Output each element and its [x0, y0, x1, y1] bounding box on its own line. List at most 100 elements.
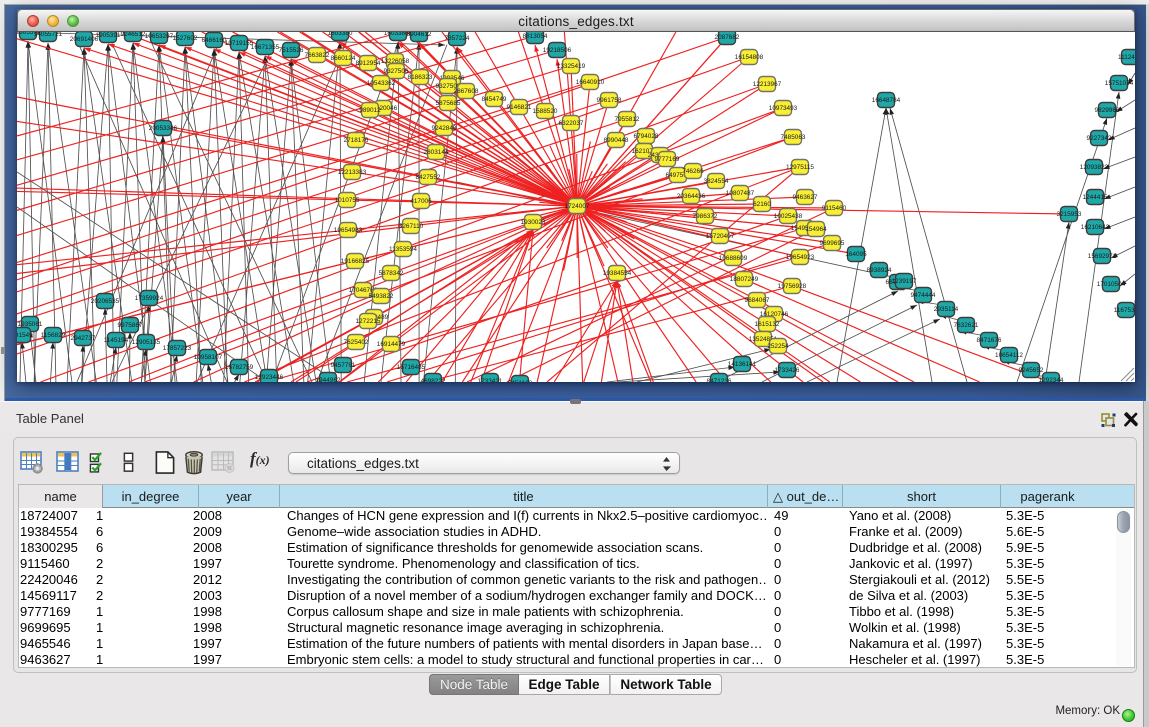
svg-text:391549: 391549 [17, 332, 33, 339]
svg-text:1244415: 1244415 [1083, 194, 1108, 201]
svg-text:1944962: 1944962 [316, 377, 341, 382]
svg-text:20053346: 20053346 [149, 125, 178, 132]
svg-text:1239197: 1239197 [892, 278, 917, 285]
svg-text:9245652: 9245652 [1019, 367, 1044, 374]
svg-text:12923446: 12923446 [255, 374, 284, 381]
svg-text:8813054: 8813054 [523, 33, 548, 40]
svg-text:10958107: 10958107 [194, 354, 223, 361]
svg-text:1272215: 1272215 [356, 318, 381, 325]
svg-text:3215953: 3215953 [1057, 211, 1082, 218]
svg-text:16640910: 16640910 [576, 79, 605, 86]
svg-text:17857223: 17857223 [163, 345, 192, 352]
svg-text:9115460: 9115460 [822, 205, 847, 212]
svg-text:19218506: 19218506 [543, 47, 572, 54]
svg-text:8471676: 8471676 [977, 337, 1002, 344]
svg-text:2087682: 2087682 [715, 34, 740, 41]
svg-text:15720407: 15720407 [706, 233, 735, 240]
svg-text:1112453: 1112453 [1118, 54, 1135, 61]
svg-text:2803144: 2803144 [424, 149, 449, 156]
svg-text:3824554: 3824554 [704, 178, 729, 185]
svg-text:9474444: 9474444 [911, 292, 936, 299]
svg-text:1905391: 1905391 [96, 32, 121, 39]
svg-text:9961758: 9961758 [597, 97, 622, 104]
svg-text:16648784: 16648784 [872, 97, 901, 104]
svg-text:20691406: 20691406 [70, 36, 99, 43]
svg-text:6794028: 6794028 [634, 133, 659, 140]
svg-text:3267110: 3267110 [399, 223, 424, 230]
svg-text:8660124: 8660124 [331, 55, 356, 62]
svg-text:1527602: 1527602 [173, 35, 198, 42]
svg-text:20364436: 20364436 [677, 193, 706, 200]
svg-text:2718176: 2718176 [344, 137, 369, 144]
svg-text:7663822: 7663822 [305, 52, 330, 59]
svg-text:17359924: 17359924 [135, 295, 164, 302]
svg-text:9699695: 9699695 [820, 240, 845, 247]
svg-text:1603380: 1603380 [328, 32, 353, 37]
svg-text:20206535: 20206535 [91, 298, 120, 305]
svg-text:1733426: 1733426 [775, 367, 800, 374]
svg-text:7955812: 7955812 [615, 116, 640, 123]
svg-text:154964: 154964 [805, 226, 827, 233]
svg-text:1588520: 1588520 [533, 108, 558, 115]
svg-text:6322037: 6322037 [559, 120, 584, 127]
svg-text:2942737: 2942737 [71, 335, 96, 342]
svg-text:1156829: 1156829 [41, 332, 66, 339]
svg-text:8471236: 8471236 [707, 378, 732, 382]
svg-text:12905135: 12905135 [132, 339, 161, 346]
svg-text:2867608: 2867608 [454, 88, 479, 95]
svg-text:9975867: 9975867 [118, 322, 143, 329]
svg-text:989012: 989012 [359, 107, 381, 114]
svg-text:17010504: 17010504 [1097, 281, 1126, 288]
svg-text:7485063: 7485063 [781, 134, 806, 141]
svg-text:18807249: 18807249 [730, 276, 759, 283]
svg-text:5493822: 5493822 [369, 293, 394, 300]
svg-text:7515526: 7515526 [279, 47, 304, 54]
svg-text:7357224: 7357224 [445, 35, 470, 42]
svg-text:1292344: 1292344 [1039, 377, 1064, 382]
svg-text:10543362: 10543362 [367, 80, 396, 87]
svg-text:4698222: 4698222 [421, 378, 446, 382]
svg-text:10654112: 10654112 [995, 352, 1023, 359]
svg-text:62160: 62160 [753, 201, 771, 208]
svg-text:8912954: 8912954 [356, 60, 381, 67]
svg-text:11353594: 11353594 [389, 246, 417, 253]
svg-text:7632621: 7632621 [954, 322, 979, 329]
svg-text:8186323: 8186323 [408, 74, 433, 81]
svg-text:8904612: 8904612 [407, 32, 432, 38]
svg-text:16782759: 16782759 [225, 364, 254, 371]
svg-text:15692971: 15692971 [1088, 253, 1117, 260]
svg-text:10973493: 10973493 [769, 105, 798, 112]
svg-text:12975115: 12975115 [786, 164, 814, 171]
svg-text:1145194: 1145194 [104, 337, 129, 344]
svg-text:9242848: 9242848 [432, 125, 457, 132]
svg-text:19654923: 19654923 [786, 254, 815, 261]
svg-text:12213967: 12213967 [753, 81, 782, 88]
svg-text:5878342: 5878342 [379, 270, 404, 277]
svg-text:1167531: 1167531 [1114, 307, 1135, 314]
svg-text:9777169: 9777169 [655, 156, 680, 163]
svg-text:252254: 252254 [767, 343, 789, 350]
svg-text:164095: 164095 [845, 251, 867, 258]
svg-text:9457791: 9457791 [331, 362, 356, 369]
svg-text:9227342: 9227342 [1087, 135, 1112, 142]
svg-text:9246512: 9246512 [121, 32, 146, 38]
svg-text:19654983: 19654983 [334, 227, 363, 234]
svg-text:7986372: 7986372 [693, 213, 718, 220]
svg-text:1930023: 1930023 [521, 219, 546, 226]
svg-text:14055721: 14055721 [34, 32, 63, 38]
svg-text:14136141: 14136141 [728, 361, 757, 368]
svg-text:10688609: 10688609 [719, 255, 748, 262]
svg-text:19756928: 19756928 [778, 283, 807, 290]
svg-text:19166825: 19166825 [341, 258, 370, 265]
svg-text:19384554: 19384554 [603, 270, 632, 277]
svg-text:8990448: 8990448 [604, 137, 629, 144]
svg-text:9829966: 9829966 [1095, 107, 1120, 114]
svg-text:8938924: 8938924 [867, 267, 892, 274]
svg-text:16154808: 16154808 [735, 54, 764, 61]
svg-text:7625402: 7625402 [344, 339, 369, 346]
svg-text:12093822: 12093822 [1080, 164, 1109, 171]
svg-text:8427552: 8427552 [416, 174, 441, 181]
svg-text:10025438: 10025438 [774, 213, 803, 220]
svg-text:6466160: 6466160 [202, 37, 227, 44]
svg-text:2935114: 2935114 [934, 306, 959, 313]
